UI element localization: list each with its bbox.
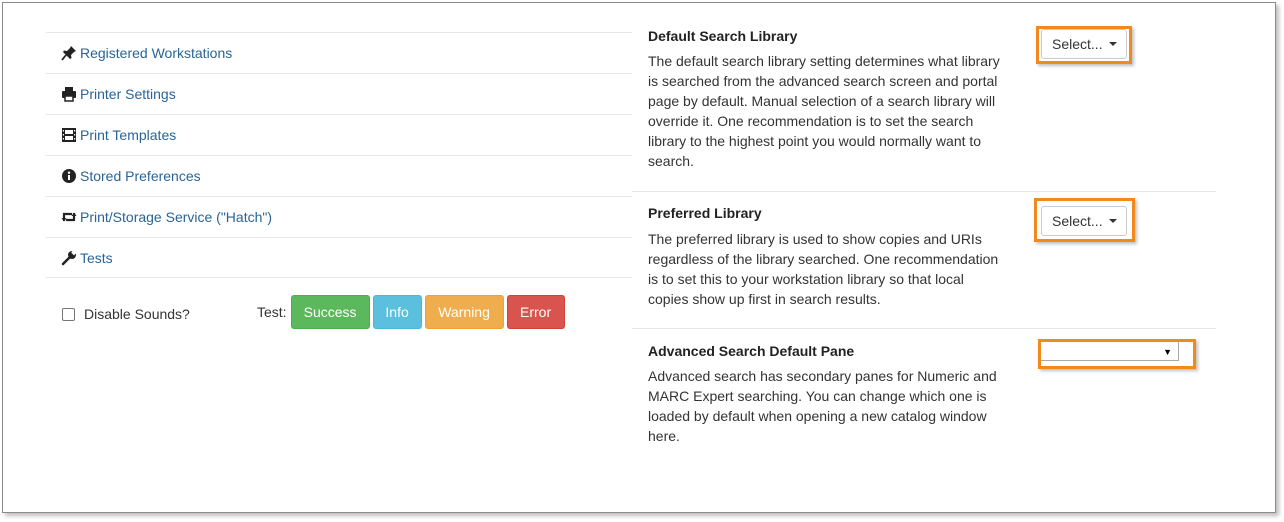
nav-link[interactable]: Stored Preferences — [80, 168, 201, 184]
film-icon — [61, 127, 77, 143]
disable-sounds-checkbox[interactable] — [62, 307, 75, 321]
setting-title: Default Search Library — [648, 28, 798, 44]
test-label: Test: — [257, 304, 287, 320]
nav-link[interactable]: Print Templates — [80, 127, 176, 143]
disable-sounds-option: Disable Sounds? — [62, 306, 190, 322]
warning-button[interactable]: Warning — [424, 295, 504, 329]
success-button[interactable]: Success — [290, 295, 370, 329]
preferences-nav: Registered Workstations Printer Settings… — [46, 32, 632, 278]
nav-link[interactable]: Tests — [80, 250, 113, 266]
setting-title: Preferred Library — [648, 205, 762, 221]
printer-icon — [61, 86, 77, 102]
nav-link[interactable]: Registered Workstations — [80, 45, 232, 61]
setting-title: Advanced Search Default Pane — [648, 343, 855, 359]
info-sign-icon — [61, 168, 77, 184]
highlight-box — [1036, 26, 1132, 64]
nav-item-hatch-service[interactable]: Print/Storage Service ("Hatch") — [46, 196, 632, 237]
setting-description: The default search library setting deter… — [648, 53, 1000, 169]
disable-sounds-label: Disable Sounds? — [84, 306, 190, 322]
info-button[interactable]: Info — [372, 295, 422, 329]
nav-link[interactable]: Print/Storage Service ("Hatch") — [80, 209, 272, 225]
test-sounds-group: Test: Success Info Warning Error — [257, 295, 568, 329]
setting-description: The preferred library is used to show co… — [648, 231, 999, 307]
nav-link[interactable]: Printer Settings — [80, 86, 176, 102]
nav-item-registered-workstations[interactable]: Registered Workstations — [46, 32, 632, 73]
pushpin-icon — [61, 45, 77, 61]
highlight-box — [1038, 339, 1196, 369]
highlight-box — [1034, 198, 1135, 242]
nav-item-stored-preferences[interactable]: Stored Preferences — [46, 155, 632, 196]
nav-item-printer-settings[interactable]: Printer Settings — [46, 73, 632, 114]
error-button[interactable]: Error — [506, 295, 565, 329]
nav-item-print-templates[interactable]: Print Templates — [46, 114, 632, 155]
nav-item-tests[interactable]: Tests — [46, 237, 632, 278]
setting-description: Advanced search has secondary panes for … — [648, 368, 997, 444]
wrench-icon — [61, 249, 77, 266]
retweet-icon — [61, 209, 77, 225]
